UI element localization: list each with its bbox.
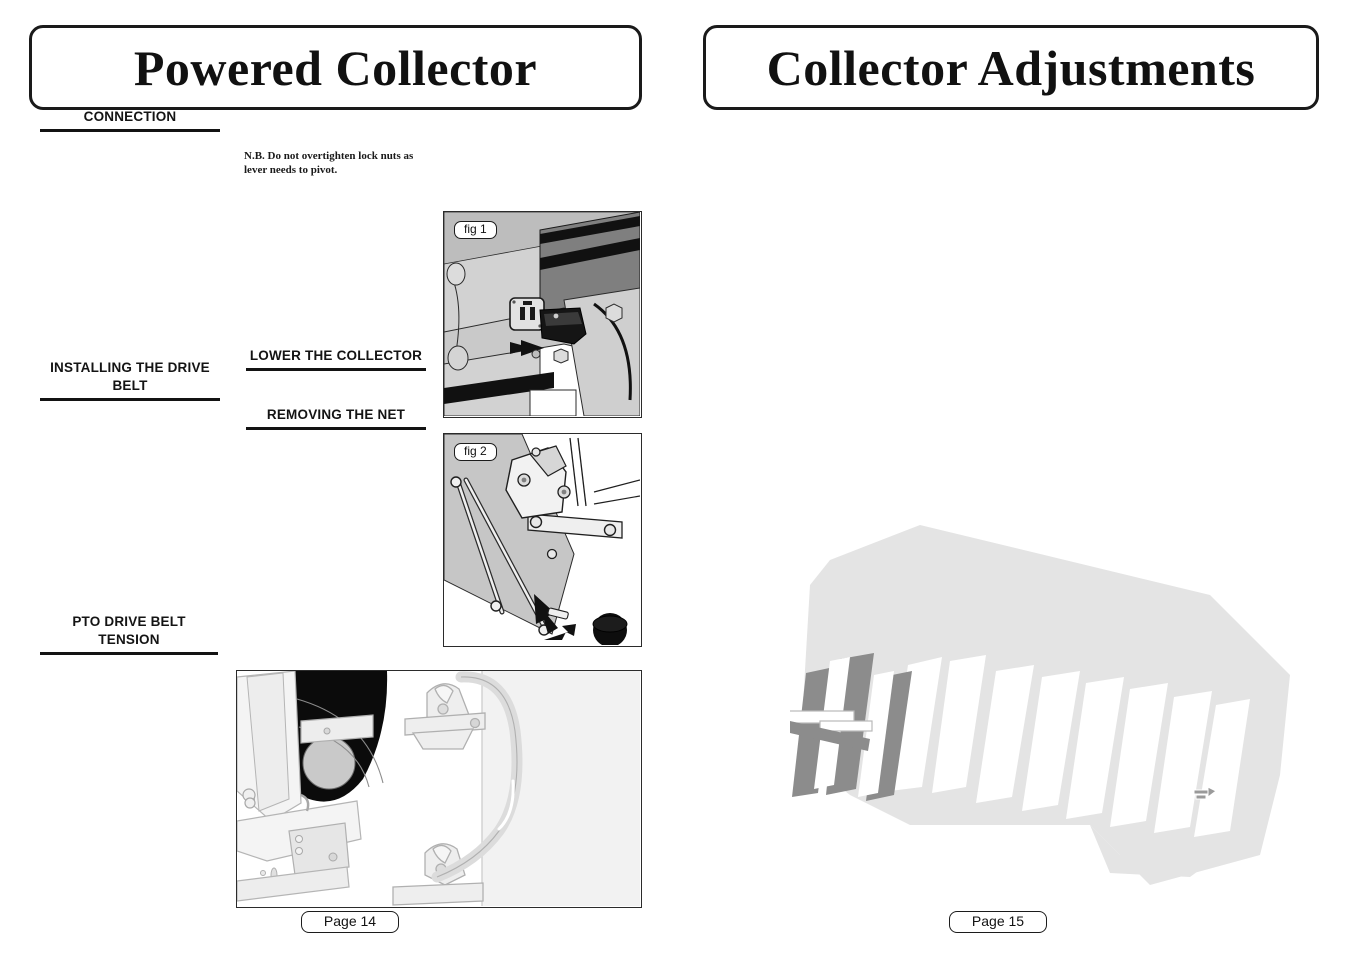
heading-lower-the-collector: LOWER THE COLLECTOR (246, 347, 426, 372)
figure-1-label: fig 1 (454, 221, 497, 240)
note-lock-nuts: N.B. Do not overtighten lock nuts as lev… (244, 150, 414, 176)
left-page-title-banner: Powered Collector (29, 25, 642, 110)
page-number-left: Page 14 (301, 911, 399, 934)
heading-pto-drive-belt-tension: PTO DRIVE BELT TENSION (40, 613, 218, 656)
heading-removing-the-net: REMOVING THE NET (246, 406, 426, 431)
figure-1-illustration (444, 212, 641, 417)
left-page-title: Powered Collector (133, 39, 538, 96)
ghost-collector-rotor-illustration (790, 525, 1290, 885)
heading-installing-the-drive-belt: INSTALLING THE DRIVE BELT (40, 359, 220, 402)
figure-2-label: fig 2 (454, 443, 497, 462)
figure-3-panel (236, 670, 642, 908)
right-page-title: Collector Adjustments (766, 39, 1256, 96)
right-page-title-banner: Collector Adjustments (703, 25, 1319, 110)
figure-3-illustration (237, 671, 640, 906)
figure-2-panel: fig 2 (443, 433, 642, 647)
page-number-right: Page 15 (949, 911, 1047, 934)
heading-connection: CONNECTION (40, 108, 220, 133)
figure-1-panel: fig 1 (443, 211, 642, 418)
right-page: Collector Adjustments Page 15 (680, 0, 1349, 954)
figure-2-illustration (444, 434, 641, 646)
left-page: Powered Collector CONNECTION N.B. Do not… (0, 0, 680, 954)
